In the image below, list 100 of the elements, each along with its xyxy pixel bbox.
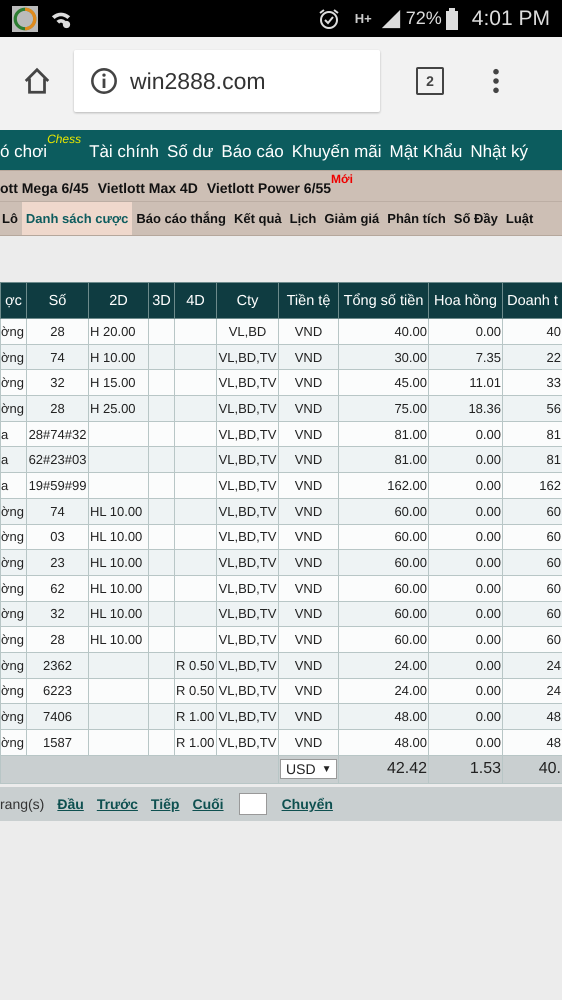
table-cell: R 0.50 bbox=[174, 678, 216, 704]
table-cell: R 0.50 bbox=[174, 652, 216, 678]
page-link[interactable]: Đầu bbox=[57, 796, 84, 812]
tab[interactable]: Giảm giá bbox=[320, 202, 384, 235]
page-input[interactable] bbox=[238, 792, 267, 815]
column-header: Hoa hồng bbox=[428, 282, 502, 318]
clock: 4:01 PM bbox=[472, 6, 550, 30]
table-cell: HL 10.00 bbox=[88, 498, 148, 524]
table-cell: 28 bbox=[26, 318, 88, 344]
table-cell: 0.00 bbox=[428, 601, 502, 627]
nav-link[interactable]: Khuyến mãi bbox=[292, 138, 382, 162]
table-cell: 60.00 bbox=[338, 626, 428, 652]
table-cell: VL,BD,TV bbox=[216, 498, 278, 524]
table-cell: H 20.00 bbox=[88, 318, 148, 344]
table-cell: 0.00 bbox=[428, 472, 502, 498]
table-cell: 19#59#99 bbox=[26, 472, 88, 498]
column-header: 3D bbox=[148, 282, 174, 318]
column-header: Số bbox=[26, 282, 88, 318]
table-cell: ờng bbox=[0, 370, 26, 396]
caret-icon: ▼ bbox=[322, 764, 332, 775]
table-cell: HL 10.00 bbox=[88, 626, 148, 652]
table-cell: HL 10.00 bbox=[88, 575, 148, 602]
table-cell: VND bbox=[278, 344, 338, 370]
table-cell: HL 10.00 bbox=[88, 524, 148, 550]
table-cell: VND bbox=[278, 498, 338, 524]
table-cell: ờng bbox=[0, 396, 26, 422]
tab[interactable]: Lô bbox=[0, 202, 22, 235]
table-cell: ờng bbox=[0, 652, 26, 678]
table-cell: 81 bbox=[502, 421, 562, 447]
table-cell: 22 bbox=[502, 344, 562, 370]
address-bar[interactable]: win2888.com bbox=[74, 50, 380, 112]
table-cell: 6223 bbox=[26, 678, 88, 704]
table-cell: ờng bbox=[0, 524, 26, 550]
table-cell: VND bbox=[278, 370, 338, 396]
nav-link[interactable]: Số dư bbox=[167, 138, 214, 162]
tab-count-button[interactable]: 2 bbox=[416, 67, 444, 95]
nav-link[interactable]: Mật Khẩu bbox=[390, 138, 462, 162]
table-cell: 0.00 bbox=[428, 730, 502, 756]
table-cell: 62#23#03 bbox=[26, 446, 88, 473]
table-cell: VL,BD,TV bbox=[216, 472, 278, 498]
game-link[interactable]: Vietlott Power 6/55 bbox=[206, 176, 332, 196]
column-header: Cty bbox=[216, 282, 278, 318]
table-cell: 0.00 bbox=[428, 550, 502, 576]
table-cell: a bbox=[0, 446, 26, 473]
table-cell: 2362 bbox=[26, 652, 88, 678]
menu-icon[interactable] bbox=[492, 68, 500, 94]
home-icon[interactable] bbox=[22, 66, 52, 96]
tab[interactable]: Luật bbox=[502, 202, 538, 235]
table-cell: 0.00 bbox=[428, 421, 502, 447]
table-cell: VL,BD,TV bbox=[216, 524, 278, 550]
column-header: 4D bbox=[174, 282, 216, 318]
tab[interactable]: Số Đầy bbox=[450, 202, 502, 235]
tab[interactable]: Báo cáo thắng bbox=[132, 202, 230, 235]
nav-link[interactable]: Nhật ký bbox=[470, 138, 528, 162]
nav-link[interactable]: Tài chính bbox=[89, 138, 160, 162]
table-cell: VL,BD,TV bbox=[216, 370, 278, 396]
page-link[interactable]: Trước bbox=[96, 796, 138, 812]
table-cell: VND bbox=[278, 318, 338, 344]
tab[interactable]: Kết quả bbox=[230, 202, 286, 235]
table-cell: 81.00 bbox=[338, 446, 428, 473]
currency-select[interactable]: USD ▼ bbox=[280, 759, 338, 780]
table-cell: 81 bbox=[502, 446, 562, 473]
table-cell: 74 bbox=[26, 344, 88, 370]
table-cell: VL,BD,TV bbox=[216, 730, 278, 756]
table-cell: R 1.00 bbox=[174, 704, 216, 730]
game-link[interactable]: Vietlott Max 4D bbox=[98, 176, 198, 196]
table-cell: 40.00 bbox=[338, 318, 428, 344]
info-icon[interactable] bbox=[90, 67, 118, 95]
battery-icon bbox=[446, 8, 458, 30]
go-link[interactable]: Chuyển bbox=[282, 796, 333, 812]
table-cell: 60.00 bbox=[338, 498, 428, 524]
table-cell: 40 bbox=[502, 318, 562, 344]
page-link[interactable]: Tiếp bbox=[150, 796, 180, 812]
tab[interactable]: Lịch bbox=[286, 202, 320, 235]
nav-link[interactable]: Báo cáo bbox=[221, 138, 284, 162]
game-link[interactable]: ott Mega 6/45 bbox=[0, 176, 89, 196]
app-logo-icon bbox=[12, 6, 38, 32]
table-cell: VL,BD,TV bbox=[216, 678, 278, 704]
page-link[interactable]: Cuối bbox=[192, 796, 224, 812]
table-cell: 60.00 bbox=[338, 550, 428, 576]
nav-link[interactable]: ó chơi bbox=[0, 138, 48, 162]
table-cell: VND bbox=[278, 446, 338, 473]
table-cell: 0.00 bbox=[428, 446, 502, 473]
table-cell: 45.00 bbox=[338, 370, 428, 396]
table-cell: 0.00 bbox=[428, 626, 502, 652]
table-cell: ờng bbox=[0, 730, 26, 756]
table-cell: VL,BD,TV bbox=[216, 601, 278, 627]
table-cell: VND bbox=[278, 678, 338, 704]
table-cell: ờng bbox=[0, 318, 26, 344]
table-cell: 81.00 bbox=[338, 421, 428, 447]
table-cell: ờng bbox=[0, 601, 26, 627]
table-cell: 74 bbox=[26, 498, 88, 524]
tab[interactable]: Phân tích bbox=[383, 202, 450, 235]
tab[interactable]: Danh sách cược bbox=[22, 202, 132, 235]
table-cell: 162.00 bbox=[338, 472, 428, 498]
table-cell: 24 bbox=[502, 678, 562, 704]
table-cell: 62 bbox=[26, 575, 88, 602]
table-cell: 0.00 bbox=[428, 652, 502, 678]
table-cell: 60 bbox=[502, 601, 562, 627]
nav-superscript-label: Chess bbox=[47, 132, 82, 146]
